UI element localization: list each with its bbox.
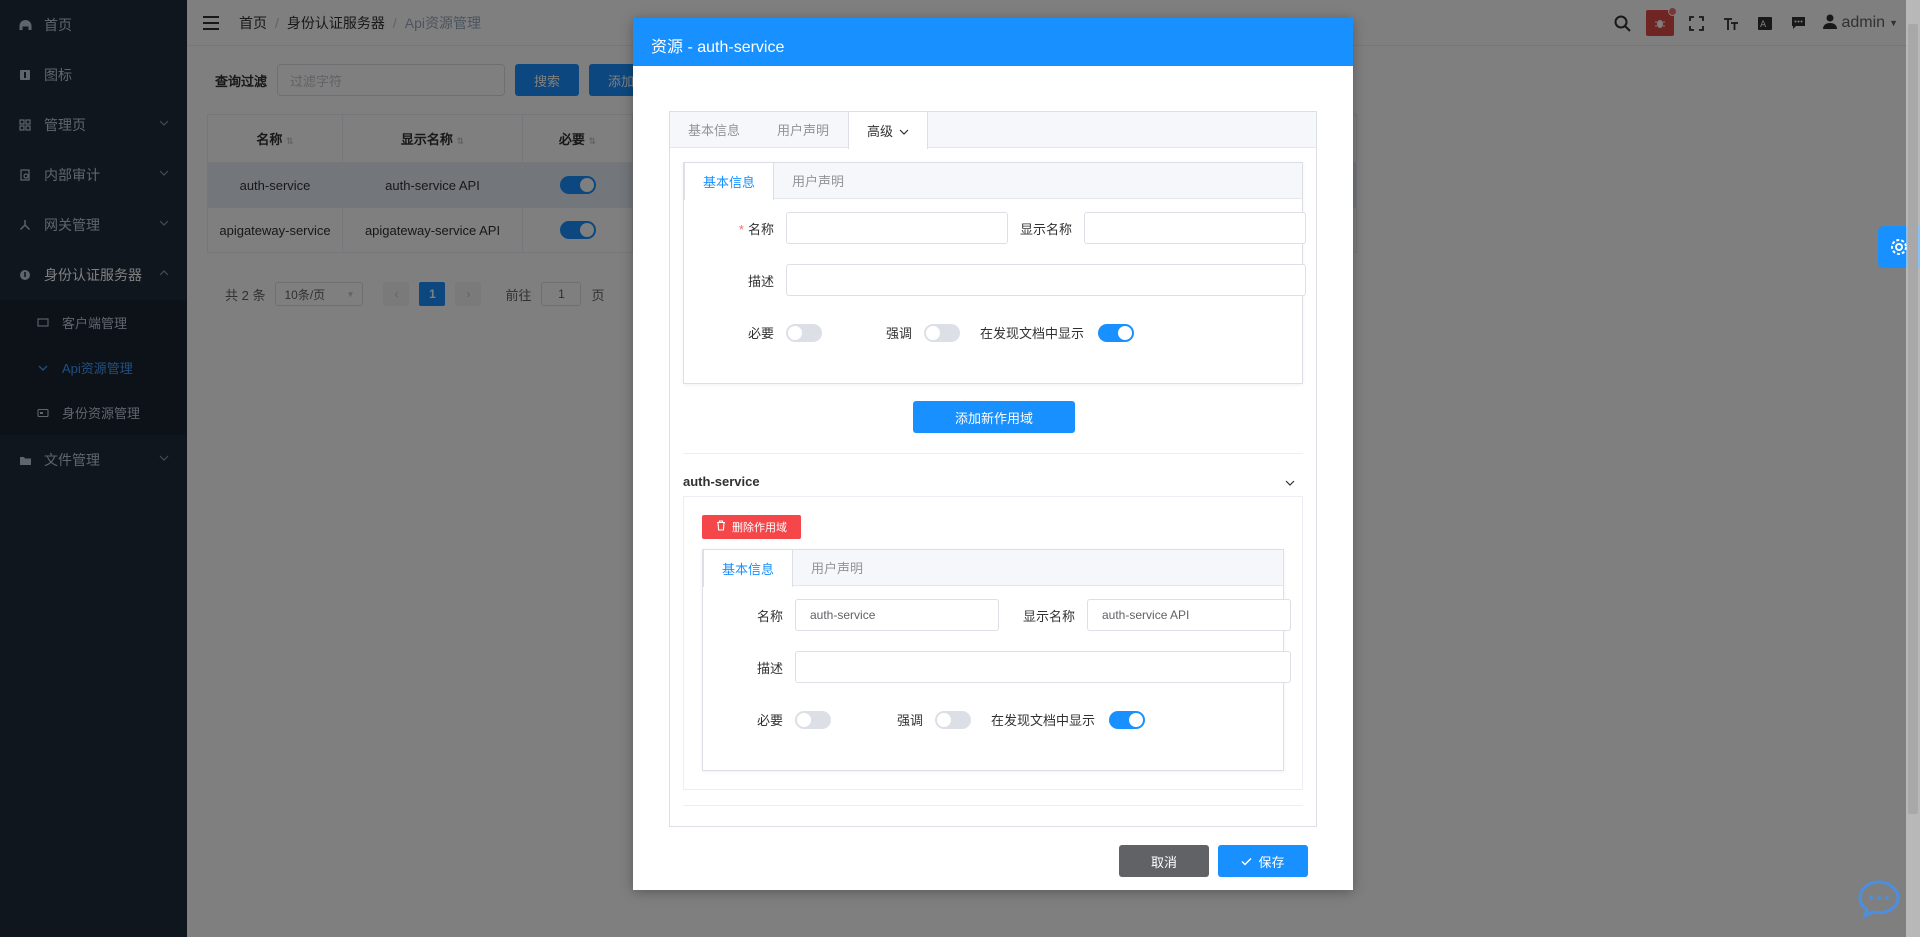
name-row: * 名称 显示名称 bbox=[714, 212, 1306, 244]
switch-row: 必要 强调 在发现文档中显示 bbox=[714, 323, 1134, 342]
scope-name-row: 名称 auth-service 显示名称 auth-service API bbox=[723, 599, 1291, 631]
scope-name-input[interactable]: auth-service bbox=[795, 599, 999, 631]
name-input[interactable] bbox=[786, 212, 1008, 244]
tab-basic-info[interactable]: 基本信息 bbox=[684, 163, 775, 200]
chevron-down-icon bbox=[899, 123, 909, 138]
discovery-toggle[interactable] bbox=[1098, 323, 1134, 342]
scrollbar-thumb[interactable] bbox=[1908, 24, 1918, 814]
save-button[interactable]: 保存 bbox=[1218, 845, 1308, 877]
scope-desc-input[interactable] bbox=[795, 651, 1291, 683]
required-label: 必要 bbox=[756, 713, 783, 728]
required-asterisk: * bbox=[738, 221, 744, 237]
scope-card: 基本信息 用户声明 名称 auth-service 显示名称 auth-serv… bbox=[702, 549, 1291, 771]
tab-user-claims[interactable]: 用户声明 bbox=[759, 112, 848, 147]
dialog-header: 资源 - auth-service bbox=[633, 18, 1353, 66]
desc-label: 描述 bbox=[747, 273, 774, 289]
emphasize-toggle[interactable] bbox=[935, 710, 971, 729]
emphasize-label: 强调 bbox=[896, 713, 923, 728]
scope-section-title: auth-service bbox=[683, 473, 760, 489]
display-name-label: 显示名称 bbox=[1019, 221, 1072, 237]
discovery-toggle[interactable] bbox=[1109, 710, 1145, 729]
display-name-label: 显示名称 bbox=[1022, 608, 1075, 624]
new-scope-card: 基本信息 用户声明 * 名称 显示名称 描述 必要 强调 在发现文档中显示 bbox=[683, 162, 1306, 384]
dialog-title: 资源 - auth-service bbox=[651, 39, 785, 56]
chat-bubble-icon[interactable] bbox=[1856, 879, 1902, 919]
chevron-down-icon bbox=[1285, 474, 1295, 489]
scope-collapse-header[interactable]: auth-service bbox=[683, 463, 1303, 499]
tab-advanced[interactable]: 高级 bbox=[848, 112, 929, 149]
tab-user-claims[interactable]: 用户声明 bbox=[793, 550, 882, 585]
emphasize-label: 强调 bbox=[885, 326, 912, 341]
cancel-button[interactable]: 取消 bbox=[1119, 845, 1209, 877]
display-name-input[interactable] bbox=[1084, 212, 1306, 244]
scope-panel: 删除作用域 基本信息 用户声明 名称 auth-service 显示名称 aut… bbox=[683, 496, 1303, 790]
emphasize-toggle[interactable] bbox=[924, 323, 960, 342]
resource-dialog: 资源 - auth-service 基本信息 用户声明 高级 基本信息 用户声明… bbox=[633, 18, 1353, 890]
page-scrollbar[interactable] bbox=[1906, 0, 1920, 937]
desc-input[interactable] bbox=[786, 264, 1306, 296]
name-label: 名称 bbox=[756, 608, 783, 624]
trash-icon bbox=[716, 520, 726, 534]
tab-basic-info[interactable]: 基本信息 bbox=[670, 112, 759, 147]
new-scope-tabs: 基本信息 用户声明 bbox=[684, 163, 1302, 200]
desc-label: 描述 bbox=[756, 660, 783, 676]
check-icon bbox=[1241, 854, 1253, 869]
scope-desc-row: 描述 bbox=[723, 651, 1291, 683]
required-label: 必要 bbox=[747, 326, 774, 341]
outer-tab-card: 基本信息 用户声明 高级 基本信息 用户声明 * 名称 显示名称 描述 必要 强… bbox=[669, 111, 1317, 827]
scope-switch-row: 必要 强调 在发现文档中显示 bbox=[723, 710, 1145, 729]
discovery-label: 在发现文档中显示 bbox=[979, 326, 1084, 341]
required-toggle[interactable] bbox=[786, 323, 822, 342]
desc-row: 描述 bbox=[714, 264, 1306, 296]
add-scope-button[interactable]: 添加新作用域 bbox=[913, 401, 1075, 433]
scope-tabs: 基本信息 用户声明 bbox=[703, 550, 1283, 587]
name-label: 名称 bbox=[747, 221, 774, 237]
required-toggle[interactable] bbox=[795, 710, 831, 729]
scope-display-name-input[interactable]: auth-service API bbox=[1087, 599, 1291, 631]
delete-scope-button[interactable]: 删除作用域 bbox=[702, 515, 801, 539]
discovery-label: 在发现文档中显示 bbox=[990, 713, 1095, 728]
tab-user-claims[interactable]: 用户声明 bbox=[774, 163, 863, 198]
tab-basic-info[interactable]: 基本信息 bbox=[703, 550, 794, 587]
outer-tabs: 基本信息 用户声明 高级 bbox=[670, 112, 1316, 149]
